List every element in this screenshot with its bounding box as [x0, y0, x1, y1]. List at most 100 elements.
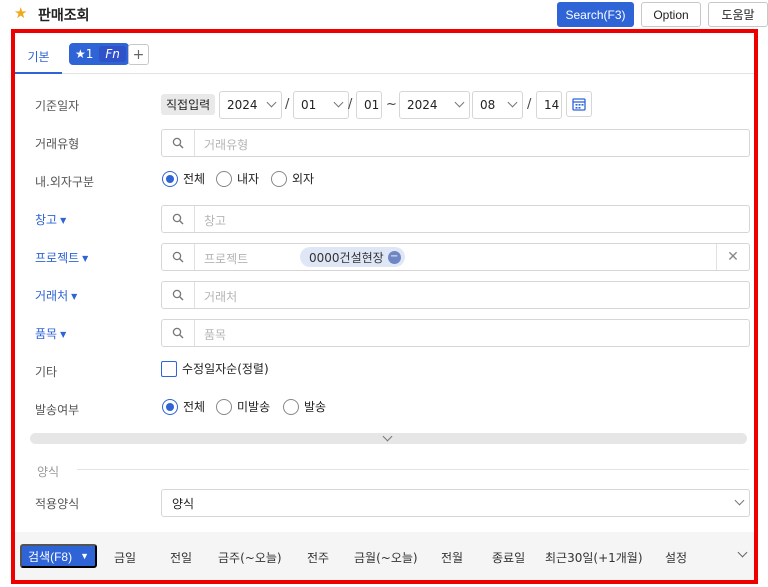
quick-settings[interactable]: 설정 [665, 549, 687, 566]
item-label-text: 품목 [35, 327, 58, 341]
radio-empty-icon [271, 170, 287, 187]
row-etc: 기타 수정일자순(정렬) [15, 355, 754, 385]
row-send-status: 발송여부 전체 미발송 발송 [15, 393, 754, 423]
checkbox-label: 수정일자순(정렬) [182, 362, 269, 376]
quick-end-date[interactable]: 종료일 [492, 549, 525, 566]
radio-label: 전체 [183, 400, 206, 414]
tab-basic[interactable]: 기본 [15, 41, 62, 74]
date-mode-badge[interactable]: 직접입력 [161, 94, 216, 115]
quick-yesterday[interactable]: 전일 [170, 549, 192, 566]
quick-this-month[interactable]: 금월(~오늘) [354, 549, 418, 566]
add-tab-button[interactable]: + [128, 44, 149, 65]
chevron-down-icon [454, 97, 465, 108]
from-month-value: 01 [301, 98, 317, 112]
radio-selected-icon [162, 170, 178, 187]
checkbox-icon [161, 360, 177, 377]
search-f3-button[interactable]: Search(F3) [557, 2, 634, 27]
radio-empty-icon [216, 170, 232, 187]
format-value: 양식 [172, 496, 195, 511]
warehouse-label[interactable]: 창고 ▼ [35, 211, 66, 228]
project-input[interactable]: 프로젝트 0000건설현장 − ✕ [161, 243, 750, 271]
search-icon[interactable] [162, 130, 195, 156]
date-separator: / [348, 97, 353, 112]
chevron-down-icon [333, 97, 344, 108]
radio-send-sent[interactable]: 발송 [283, 398, 326, 415]
to-month-value: 08 [480, 98, 496, 112]
header-bar: ★ 판매조회 Search(F3) Option 도움말 [0, 0, 768, 28]
tab-favorite-1[interactable]: ★1 Fn [69, 43, 129, 65]
collapse-toggle[interactable] [30, 431, 747, 444]
project-placeholder: 프로젝트 [204, 252, 249, 266]
etc-label: 기타 [35, 365, 58, 379]
row-trade-type: 거래유형 거래유형 [15, 127, 754, 157]
fn-badge[interactable]: Fn [99, 46, 126, 62]
from-day-input[interactable]: 01 [356, 91, 382, 119]
customer-input[interactable]: 거래처 [161, 281, 750, 309]
item-placeholder: 품목 [204, 328, 227, 342]
chevron-down-icon [507, 97, 518, 108]
date-separator: / [527, 97, 532, 112]
radio-send-all[interactable]: 전체 [162, 398, 205, 415]
quick-this-week[interactable]: 금주(~오늘) [218, 549, 282, 566]
radio-label: 발송 [304, 400, 327, 414]
chevron-down-icon[interactable] [737, 547, 748, 558]
caret-down-icon: ▼ [82, 254, 89, 263]
page-title: 판매조회 [38, 8, 90, 24]
row-project: 프로젝트 ▼ 프로젝트 0000건설현장 − ✕ [15, 241, 754, 271]
help-button[interactable]: 도움말 [708, 2, 768, 27]
quick-today[interactable]: 금일 [114, 549, 136, 566]
radio-label: 미발송 [237, 400, 271, 414]
radio-label: 전체 [183, 172, 206, 186]
search-f8-label: 검색(F8) [28, 549, 73, 564]
format-select[interactable]: 양식 [161, 489, 750, 517]
from-year-select[interactable]: 2024 [219, 91, 282, 119]
calendar-icon [572, 98, 586, 111]
project-chip[interactable]: 0000건설현장 − [300, 247, 405, 267]
radio-inout-all[interactable]: 전체 [162, 170, 205, 187]
project-label[interactable]: 프로젝트 ▼ [35, 249, 88, 266]
to-year-select[interactable]: 2024 [399, 91, 470, 119]
to-month-select[interactable]: 08 [472, 91, 523, 119]
row-customer: 거래처 ▼ 거래처 [15, 279, 754, 309]
chevron-down-icon [382, 431, 393, 442]
favorite-star-icon[interactable]: ★ [14, 4, 27, 22]
search-icon[interactable] [162, 320, 195, 346]
from-day-value: 01 [364, 98, 380, 112]
trade-type-input[interactable]: 거래유형 [161, 129, 750, 157]
bottom-toolbar: 검색(F8) ▼ 금일 전일 금주(~오늘) 전주 금월(~오늘) 전월 종료일 … [15, 532, 754, 580]
item-label[interactable]: 품목 ▼ [35, 325, 66, 342]
project-label-text: 프로젝트 [35, 251, 80, 265]
radio-label: 내자 [237, 172, 260, 186]
warehouse-label-text: 창고 [35, 213, 58, 227]
quick-last-month[interactable]: 전월 [441, 549, 463, 566]
caret-down-icon: ▼ [71, 292, 78, 301]
dropdown-triangle-icon[interactable]: ▼ [80, 551, 89, 561]
sort-by-modified-checkbox[interactable]: 수정일자순(정렬) [161, 360, 269, 377]
option-button[interactable]: Option [641, 2, 701, 27]
warehouse-input[interactable]: 창고 [161, 205, 750, 233]
remove-chip-icon[interactable]: − [387, 250, 401, 264]
to-day-value: 14 [544, 98, 560, 112]
search-icon[interactable] [162, 244, 195, 270]
radio-inout-domestic[interactable]: 내자 [216, 170, 259, 187]
customer-label[interactable]: 거래처 ▼ [35, 287, 77, 304]
radio-selected-icon [162, 398, 178, 415]
calendar-button[interactable] [566, 91, 592, 117]
to-day-input[interactable]: 14 [536, 91, 562, 119]
search-icon[interactable] [162, 282, 195, 308]
caret-down-icon: ▼ [60, 216, 67, 225]
search-icon[interactable] [162, 206, 195, 232]
range-separator: ~ [386, 97, 397, 112]
customer-label-text: 거래처 [35, 289, 69, 303]
clear-icon[interactable]: ✕ [716, 244, 749, 270]
tab-favorite-label: ★1 [75, 47, 94, 61]
radio-inout-foreign[interactable]: 외자 [271, 170, 314, 187]
from-month-select[interactable]: 01 [293, 91, 349, 119]
item-input[interactable]: 품목 [161, 319, 750, 347]
quick-last-30-days[interactable]: 최근30일(+1개월) [545, 549, 643, 566]
search-panel: 기본 ★1 Fn + 기준일자 직접입력 2024 / 01 / 01 ~ 20… [11, 29, 758, 584]
search-f8-button[interactable]: 검색(F8) ▼ [20, 544, 97, 568]
radio-send-unsent[interactable]: 미발송 [216, 398, 270, 415]
quick-last-week[interactable]: 전주 [307, 549, 329, 566]
row-item: 품목 ▼ 품목 [15, 317, 754, 347]
